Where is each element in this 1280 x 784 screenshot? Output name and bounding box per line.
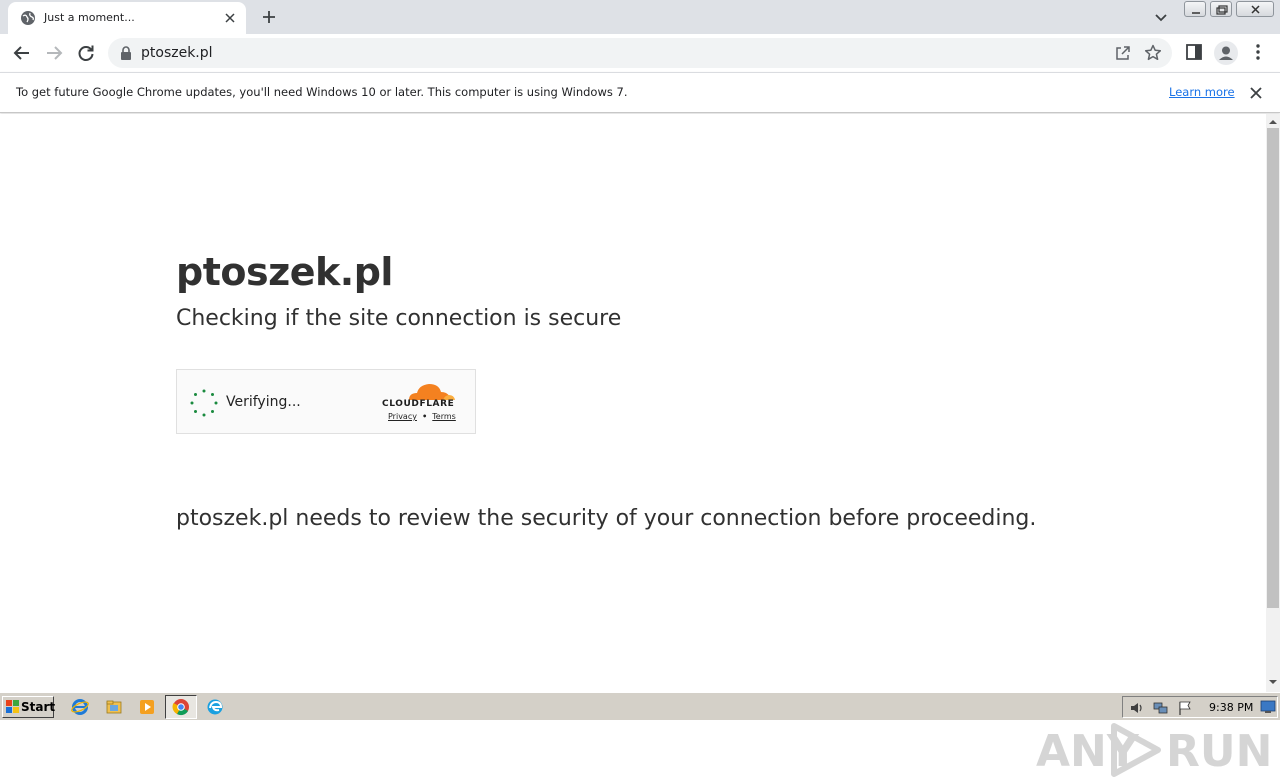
update-infobar: To get future Google Chrome updates, you… [0,72,1280,113]
close-window-icon [1251,5,1260,14]
volume-icon[interactable] [1129,700,1145,716]
file-explorer-icon[interactable] [105,698,123,716]
profile-avatar[interactable] [1214,41,1238,65]
page-subtitle: Checking if the site connection is secur… [176,306,622,331]
tab-active[interactable]: Just a moment... [8,2,246,34]
window-restore-button[interactable] [1210,1,1232,17]
side-panel-icon[interactable] [1184,42,1204,62]
learn-more-link[interactable]: Learn more [1169,85,1235,99]
back-arrow-icon[interactable] [11,42,33,64]
action-center-flag-icon[interactable] [1177,700,1193,716]
anyrun-watermark: ANY RUN [1036,714,1272,784]
play-logo-icon [1111,723,1161,777]
new-tab-icon[interactable] [258,6,280,28]
media-player-icon[interactable] [138,698,156,716]
taskbar-clock[interactable]: 9:38 PM [1209,701,1253,714]
windows-flag-icon [6,700,19,713]
internet-explorer-icon[interactable] [71,698,89,716]
tab-search-chevron-icon[interactable] [1150,6,1172,28]
url-text[interactable]: ptoszek.pl [141,45,213,61]
privacy-link[interactable]: Privacy [388,412,417,421]
network-icon[interactable] [1153,700,1169,716]
show-desktop-icon[interactable] [1260,700,1276,714]
chrome-taskbar-button[interactable] [165,695,197,719]
system-tray: 9:38 PM [1122,696,1278,718]
bookmark-star-icon[interactable] [1143,43,1163,63]
page-scrollbar[interactable] [1266,114,1280,692]
terms-link[interactable]: Terms [432,412,456,421]
tab-title: Just a moment... [44,11,135,24]
lock-icon[interactable] [120,46,132,60]
widget-links: Privacy • Terms [388,412,456,421]
browser-toolbar: ptoszek.pl [0,34,1280,72]
globe-icon [21,11,35,25]
infobar-message: To get future Google Chrome updates, you… [16,85,628,99]
verifying-text: Verifying... [226,394,301,410]
window-minimize-button[interactable] [1184,1,1206,17]
watermark-text-run: RUN [1166,726,1273,777]
start-button[interactable]: Start [2,696,56,718]
scroll-up-arrow-icon[interactable] [1266,116,1280,128]
close-infobar-icon[interactable] [1248,85,1264,101]
address-bar[interactable]: ptoszek.pl [108,38,1172,68]
page-content: ptoszek.pl Checking if the site connecti… [0,114,1272,777]
share-icon[interactable] [1114,44,1132,62]
spinner-icon [190,389,218,417]
scrollbar-thumb[interactable] [1267,128,1279,608]
cloudflare-wordmark: CLOUDFLARE [382,399,455,409]
person-icon [1219,46,1233,60]
tab-strip: Just a moment... [0,0,1280,34]
forward-arrow-icon[interactable] [43,42,65,64]
window-close-button[interactable] [1236,1,1274,17]
cloudflare-challenge-widget[interactable]: Verifying... CLOUDFLARE Privacy • Terms [176,369,476,434]
scroll-down-arrow-icon[interactable] [1266,676,1280,688]
chrome-icon [172,699,189,716]
minimize-icon [1192,12,1200,14]
reload-icon[interactable] [75,42,97,64]
link-separator: • [422,412,428,421]
restore-icon [1216,5,1228,15]
close-tab-icon[interactable] [222,10,238,26]
security-review-message: ptoszek.pl needs to review the security … [176,506,1037,531]
start-label: Start [21,700,56,714]
windows-taskbar: Start 9:38 PM [0,692,1280,720]
edge-icon[interactable] [206,698,224,716]
page-title: ptoszek.pl [176,250,393,294]
kebab-menu-icon[interactable] [1250,42,1266,62]
